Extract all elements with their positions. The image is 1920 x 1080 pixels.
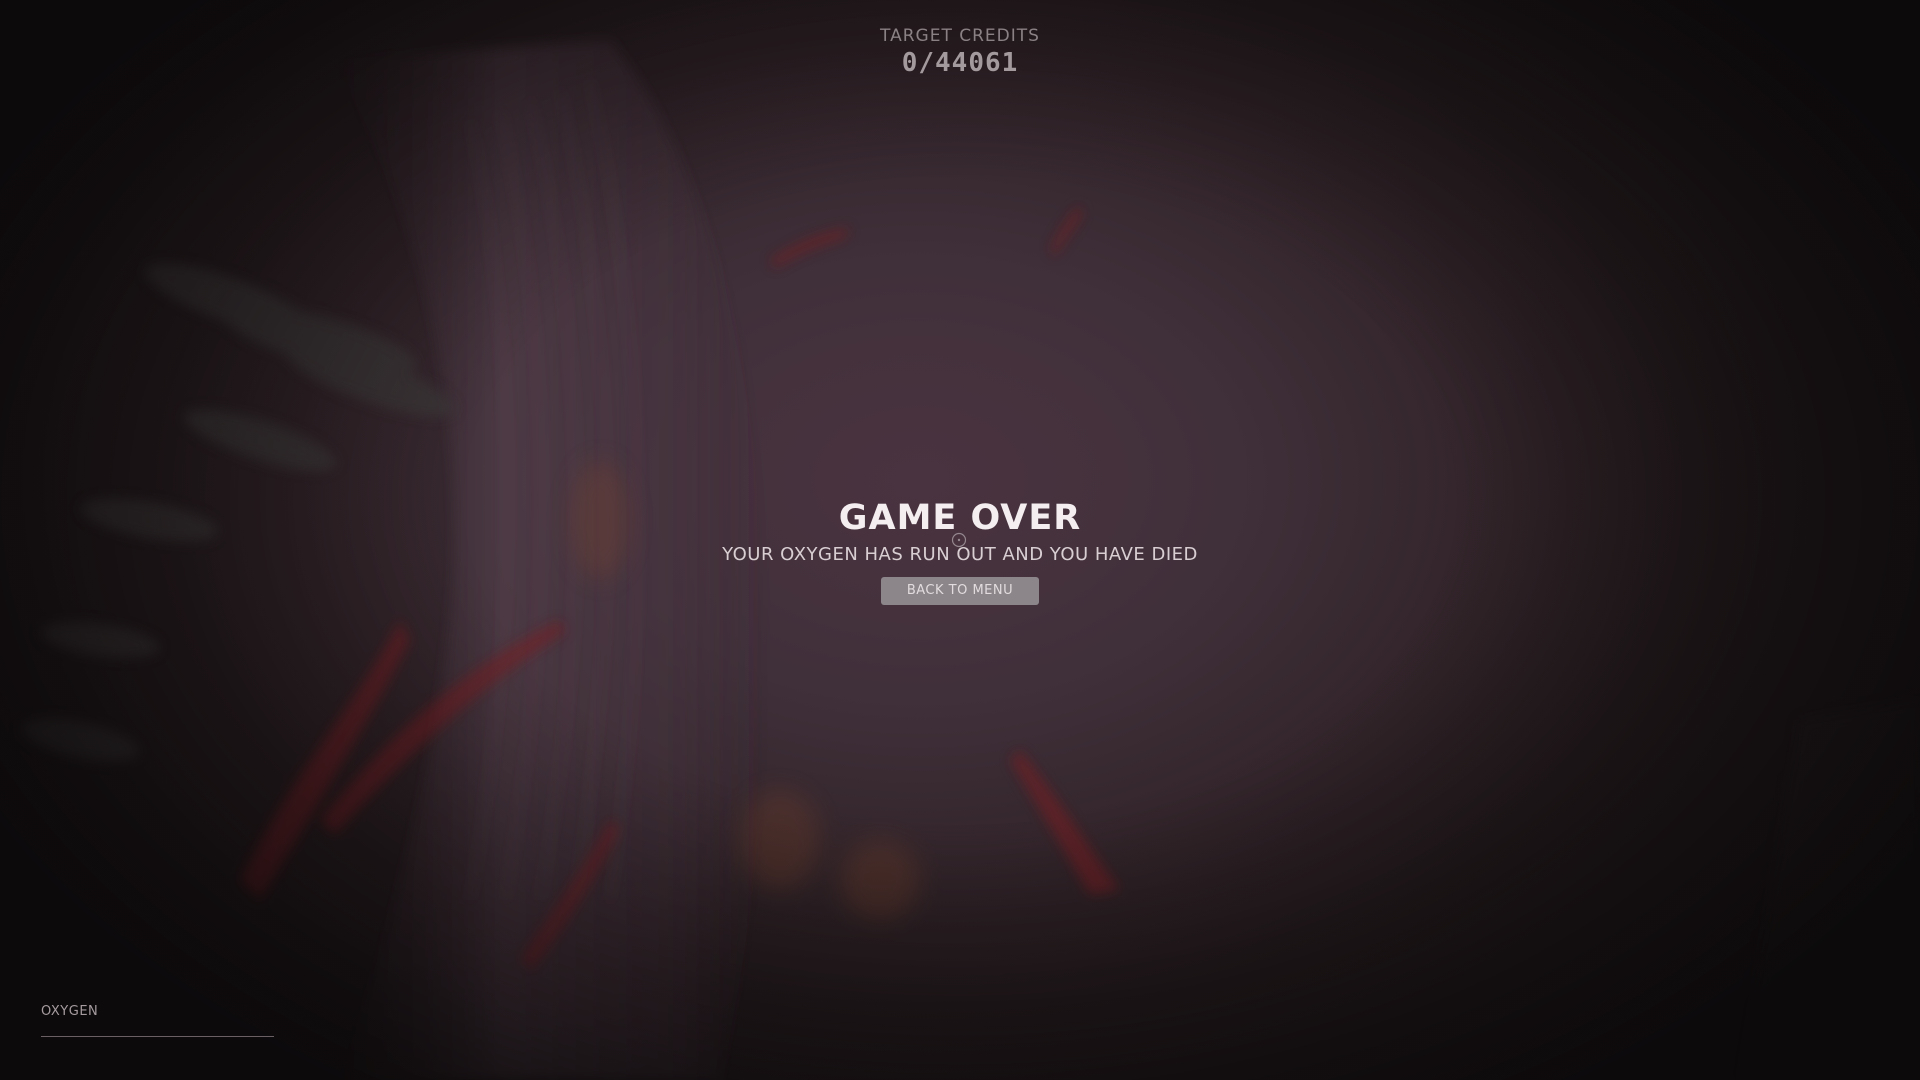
oxygen-label: OXYGEN xyxy=(41,1004,99,1019)
game-over-dialog: GAME OVER YOUR OXYGEN HAS RUN OUT AND YO… xyxy=(660,494,1260,605)
crosshair-icon xyxy=(951,532,967,548)
game-viewport: TARGET CREDITS 0/44061 GAME OVER YOUR OX… xyxy=(0,0,1920,1080)
back-to-menu-button[interactable]: BACK TO MENU xyxy=(881,577,1039,605)
oxygen-meter: OXYGEN xyxy=(41,1004,274,1037)
oxygen-bar-track xyxy=(41,1036,274,1037)
target-credits-value: 0/44061 xyxy=(901,48,1019,78)
target-credits-panel: TARGET CREDITS 0/44061 xyxy=(860,26,1060,78)
target-credits-label: TARGET CREDITS xyxy=(880,26,1040,46)
